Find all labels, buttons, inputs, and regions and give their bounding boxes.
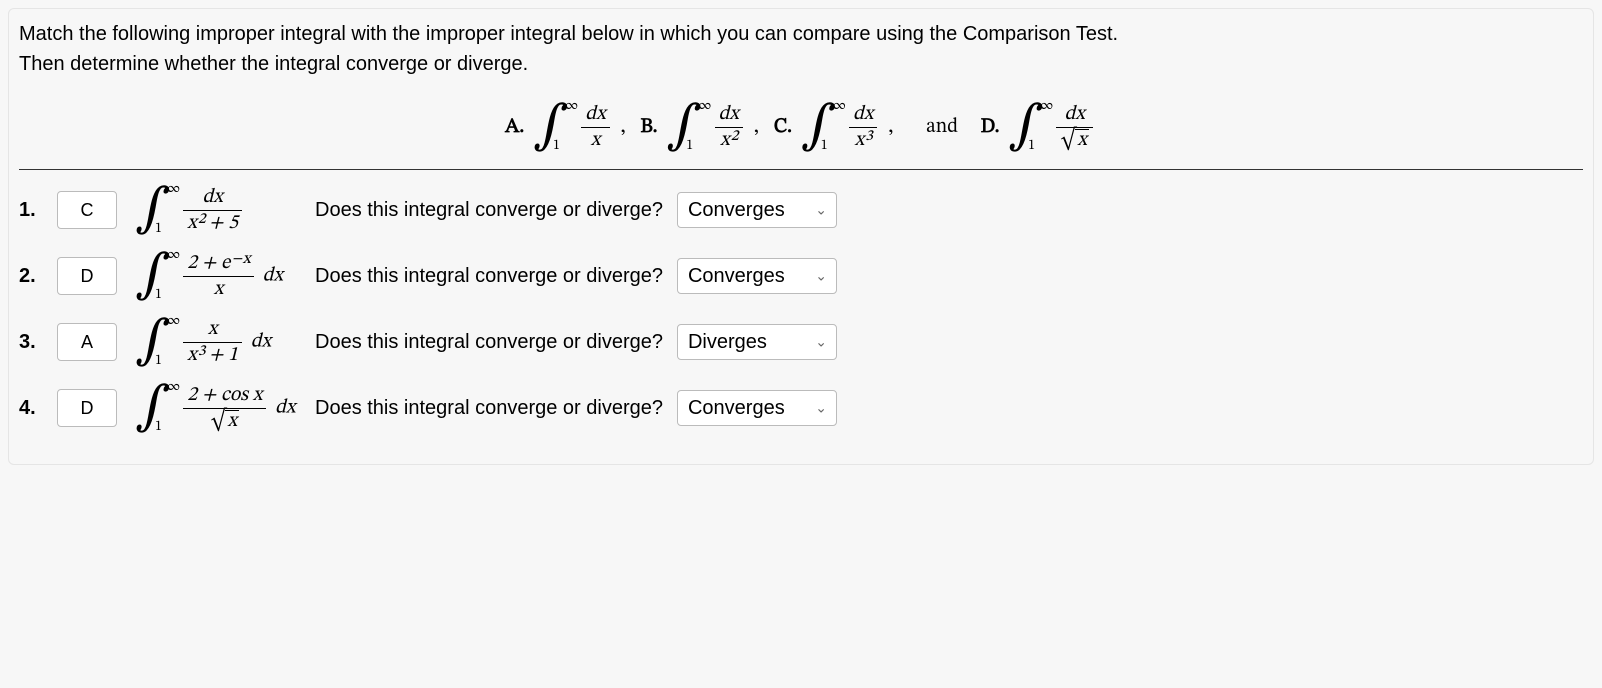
frac-num: dx <box>581 102 609 127</box>
instructions-line-1: Match the following improper integral wi… <box>19 23 1118 45</box>
int-lower: 1 <box>155 352 162 370</box>
int-upper: ∞ <box>833 97 846 115</box>
integral-icon: ∫ <box>135 382 171 434</box>
question-number: 4. <box>19 397 43 420</box>
integral-icon: ∫ <box>135 250 171 302</box>
question-number: 3. <box>19 331 43 354</box>
question-number: 1. <box>19 199 43 222</box>
comma: , <box>888 113 893 141</box>
integral-icon: ∫ <box>1008 101 1044 153</box>
comma: , <box>754 113 759 141</box>
question-row-3: 3. ∫ ∞ 1 x x³ + 1 dx Does this integral … <box>19 316 1583 368</box>
converge-select[interactable]: ConvergesDiverges <box>677 324 837 360</box>
frac-den: x <box>183 276 254 302</box>
question-panel: Match the following improper integral wi… <box>8 8 1594 465</box>
option-C-fraction: dx x³ <box>849 102 877 153</box>
integral-4: ∫ ∞ 1 2 + cos x x dx <box>131 382 301 434</box>
integral-1: ∫ ∞ 1 dx x² + 5 <box>131 184 301 236</box>
option-B-integral: ∫ ∞ 1 <box>666 101 702 153</box>
match-answer-input[interactable] <box>57 191 117 229</box>
int-lower: 1 <box>553 137 560 155</box>
frac-den: x² + 5 <box>183 210 242 236</box>
int-upper: ∞ <box>167 378 180 396</box>
instructions-line-2: Then determine whether the integral conv… <box>19 53 528 75</box>
converge-select-wrap: ConvergesDiverges ⌄ <box>677 258 837 294</box>
integral-icon: ∫ <box>801 101 837 153</box>
frac-num: dx <box>183 185 242 210</box>
option-A-fraction: dx x <box>581 102 609 153</box>
option-A-integral: ∫ ∞ 1 <box>533 101 569 153</box>
integral-icon: ∫ <box>135 184 171 236</box>
option-D-fraction: dx x <box>1056 102 1092 153</box>
match-answer-input[interactable] <box>57 257 117 295</box>
int-lower: 1 <box>821 137 828 155</box>
option-C-label: C. <box>774 115 792 140</box>
frac-den: x³ <box>849 127 877 153</box>
int-upper: ∞ <box>1040 97 1053 115</box>
converge-question: Does this integral converge or diverge? <box>315 331 663 354</box>
int-lower: 1 <box>1028 137 1035 155</box>
sqrt-icon: x <box>211 409 239 434</box>
and-word: and <box>926 115 958 140</box>
converge-select[interactable]: ConvergesDiverges <box>677 258 837 294</box>
question-number: 2. <box>19 265 43 288</box>
frac-den: x <box>581 127 609 153</box>
option-B-fraction: dx x² <box>715 102 743 153</box>
converge-question: Does this integral converge or diverge? <box>315 397 663 420</box>
frac-den: x <box>1056 127 1092 153</box>
converge-select[interactable]: ConvergesDiverges <box>677 192 837 228</box>
int-upper: ∞ <box>167 246 180 264</box>
int-lower: 1 <box>155 418 162 436</box>
int-upper: ∞ <box>698 97 711 115</box>
question-row-1: 1. ∫ ∞ 1 dx x² + 5 Does this integral co… <box>19 184 1583 236</box>
match-answer-input[interactable] <box>57 389 117 427</box>
converge-question: Does this integral converge or diverge? <box>315 199 663 222</box>
frac-num: 2 + cos x <box>183 383 266 408</box>
option-A-label: A. <box>505 115 524 140</box>
comparison-options: A. ∫ ∞ 1 dx x , B. ∫ ∞ 1 dx x² , C. ∫ ∞ … <box>19 101 1583 153</box>
question-row-2: 2. ∫ ∞ 1 2 + e⁻ˣ x dx Does this integral… <box>19 250 1583 302</box>
dx: dx <box>251 332 271 352</box>
integral-icon: ∫ <box>135 316 171 368</box>
question-row-4: 4. ∫ ∞ 1 2 + cos x x dx Does this integr… <box>19 382 1583 434</box>
converge-question: Does this integral converge or diverge? <box>315 265 663 288</box>
comma: , <box>620 113 625 141</box>
sqrt-icon: x <box>1060 128 1088 153</box>
dx: dx <box>275 398 295 418</box>
match-answer-input[interactable] <box>57 323 117 361</box>
int-lower: 1 <box>155 220 162 238</box>
int-upper: ∞ <box>167 180 180 198</box>
option-D-label: D. <box>981 115 1000 140</box>
frac-num: dx <box>1056 102 1092 127</box>
integral-icon: ∫ <box>666 101 702 153</box>
option-D-integral: ∫ ∞ 1 <box>1008 101 1044 153</box>
dx: dx <box>263 266 283 286</box>
converge-select[interactable]: ConvergesDiverges <box>677 390 837 426</box>
frac-num: dx <box>849 102 877 127</box>
converge-select-wrap: ConvergesDiverges ⌄ <box>677 192 837 228</box>
integral-2: ∫ ∞ 1 2 + e⁻ˣ x dx <box>131 250 301 302</box>
int-upper: ∞ <box>167 312 180 330</box>
frac-den: x <box>183 408 266 434</box>
instructions: Match the following improper integral wi… <box>19 19 1583 79</box>
frac-num: 2 + e⁻ˣ <box>183 251 254 276</box>
frac-den: x³ + 1 <box>183 342 242 368</box>
integral-icon: ∫ <box>533 101 569 153</box>
int-upper: ∞ <box>565 97 578 115</box>
converge-select-wrap: ConvergesDiverges ⌄ <box>677 324 837 360</box>
option-C-integral: ∫ ∞ 1 <box>801 101 837 153</box>
frac-num: x <box>183 317 242 342</box>
converge-select-wrap: ConvergesDiverges ⌄ <box>677 390 837 426</box>
frac-num: dx <box>715 102 743 127</box>
int-lower: 1 <box>686 137 693 155</box>
int-lower: 1 <box>155 286 162 304</box>
separator <box>19 169 1583 170</box>
frac-den: x² <box>715 127 743 153</box>
option-B-label: B. <box>640 115 657 140</box>
integral-3: ∫ ∞ 1 x x³ + 1 dx <box>131 316 301 368</box>
